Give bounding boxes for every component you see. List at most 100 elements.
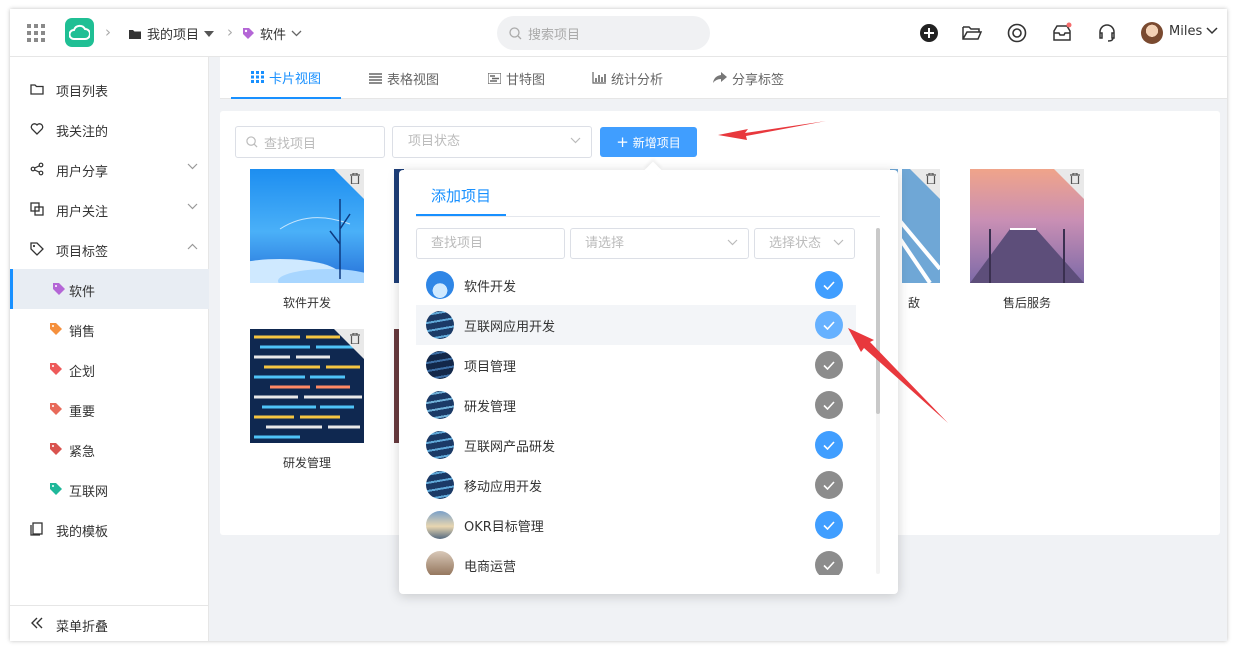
breadcrumb-software[interactable]: 软件 (242, 24, 302, 43)
apps-grid-icon[interactable] (27, 24, 45, 42)
sidebar-item-user-follow[interactable]: 用户关注 (10, 189, 209, 229)
check-toggle[interactable] (815, 311, 843, 339)
user-avatar[interactable] (1141, 22, 1163, 44)
add-project-popover: 添加项目 查找项目 请选择 选择状态 软件开发 互联网应用开发 项目管理 研发管… (399, 161, 898, 594)
list-item[interactable]: 互联网产品研发 (416, 425, 856, 465)
project-status-select[interactable]: 项目状态 (392, 126, 592, 158)
cloud-logo-icon[interactable] (65, 18, 94, 47)
trash-icon[interactable] (1070, 173, 1080, 184)
sidebar-item-project-tags[interactable]: 项目标签 (10, 229, 209, 269)
sidebar-item-project-list[interactable]: 项目列表 (10, 69, 209, 109)
user-name[interactable]: Miles (1169, 24, 1202, 39)
copy-icon (30, 202, 44, 216)
check-toggle[interactable] (815, 271, 843, 299)
popover-status-select[interactable]: 选择状态 (754, 228, 855, 259)
trash-icon[interactable] (926, 173, 936, 184)
project-card-rd-management[interactable]: 研发管理 (250, 329, 364, 471)
card-thumbnail (250, 329, 364, 443)
project-avatar (426, 311, 454, 339)
search-icon (509, 26, 522, 39)
card-thumbnail (970, 169, 1084, 283)
list-item[interactable]: 研发管理 (416, 385, 856, 425)
share-arrow-icon (713, 72, 727, 83)
check-toggle[interactable] (815, 351, 843, 379)
list-item[interactable]: 电商运营 (416, 545, 856, 575)
tab-statistics[interactable]: 统计分析 (592, 57, 663, 99)
project-avatar (426, 391, 454, 419)
check-icon (823, 360, 835, 370)
chevron-down-icon (570, 137, 581, 144)
sidebar-item-user-share[interactable]: 用户分享 (10, 149, 209, 189)
sidebar-tag-software[interactable]: 软件 (10, 269, 209, 309)
list-item[interactable]: 项目管理 (416, 345, 856, 385)
project-search-input[interactable]: 查找项目 (235, 126, 385, 158)
list-item[interactable]: OKR目标管理 (416, 505, 856, 545)
check-toggle[interactable] (815, 471, 843, 499)
new-project-button[interactable]: + 新增项目 (600, 127, 697, 157)
tab-share-tags[interactable]: 分享标签 (713, 57, 784, 99)
popover-search-input[interactable]: 查找项目 (416, 228, 565, 259)
popover-category-select[interactable]: 请选择 (570, 228, 749, 259)
chevron-right-icon: › (105, 23, 111, 41)
chevron-down-icon (187, 163, 198, 170)
caret-down-icon (204, 30, 215, 37)
trash-icon[interactable] (350, 333, 360, 344)
project-card-after-sales[interactable]: 售后服务 (970, 169, 1084, 311)
check-icon (823, 480, 835, 490)
gantt-icon (488, 72, 501, 84)
inbox-icon[interactable] (1051, 22, 1073, 44)
sidebar-tag-sales[interactable]: 销售 (10, 309, 209, 349)
chevron-down-icon (727, 239, 738, 246)
headset-icon[interactable] (1096, 22, 1118, 44)
list-item[interactable]: 软件开发 (416, 265, 856, 305)
project-avatar (426, 271, 454, 299)
check-toggle[interactable] (815, 551, 843, 575)
tab-card-view[interactable]: 卡片视图 (231, 57, 342, 99)
grid-view-icon (251, 71, 264, 83)
check-icon (823, 560, 835, 570)
list-icon (369, 72, 382, 84)
popover-scrollbar[interactable] (876, 228, 880, 574)
sidebar-collapse-button[interactable]: 菜单折叠 (10, 605, 209, 641)
project-card-software-dev[interactable]: 软件开发 (250, 169, 364, 311)
tab-table-view[interactable]: 表格视图 (369, 57, 439, 99)
check-toggle[interactable] (815, 391, 843, 419)
plus-icon: + (616, 133, 629, 151)
tab-gantt[interactable]: 甘特图 (488, 57, 545, 99)
tab-add-project[interactable]: 添加项目 (416, 185, 507, 216)
sidebar-item-templates[interactable]: 我的模板 (10, 509, 209, 549)
check-icon (823, 520, 835, 530)
sidebar-tag-important[interactable]: 重要 (10, 389, 209, 429)
scrollbar-thumb[interactable] (876, 228, 880, 414)
top-header: › 我的项目 › 软件 搜索项目 Miles (10, 9, 1227, 57)
chevron-right-icon: › (227, 23, 233, 41)
folder-icon (30, 84, 44, 95)
project-avatar (426, 511, 454, 539)
chevron-down-icon[interactable] (1206, 27, 1218, 35)
trash-icon[interactable] (350, 173, 360, 184)
tag-icon (50, 483, 62, 495)
sidebar-tag-urgent[interactable]: 紧急 (10, 429, 209, 469)
app-window: › 我的项目 › 软件 搜索项目 Miles 项目列表 我关注的 用户分享 用户… (10, 9, 1227, 641)
tag-icon (243, 28, 254, 39)
share-icon (30, 162, 44, 176)
global-search-input[interactable]: 搜索项目 (497, 16, 710, 50)
list-item[interactable]: 移动应用开发 (416, 465, 856, 505)
chevron-down-icon (291, 30, 302, 37)
check-toggle[interactable] (815, 431, 843, 459)
tag-icon (50, 363, 62, 375)
folder-open-icon[interactable] (961, 22, 983, 44)
add-circle-icon[interactable] (918, 22, 940, 44)
check-toggle[interactable] (815, 511, 843, 539)
help-lifebuoy-icon[interactable] (1006, 22, 1028, 44)
tag-icon (30, 242, 44, 256)
breadcrumb-my-projects[interactable]: 我的项目 (128, 24, 215, 43)
sidebar-tag-planning[interactable]: 企划 (10, 349, 209, 389)
sidebar-item-followed[interactable]: 我关注的 (10, 109, 209, 149)
list-item[interactable]: 互联网应用开发 (416, 305, 856, 345)
tag-icon (50, 443, 62, 455)
popover-project-list[interactable]: 软件开发 互联网应用开发 项目管理 研发管理 互联网产品研发 移动应用开发 OK… (416, 265, 856, 575)
chevron-down-icon (833, 239, 844, 246)
search-icon (246, 136, 258, 148)
sidebar-tag-internet[interactable]: 互联网 (10, 469, 209, 509)
